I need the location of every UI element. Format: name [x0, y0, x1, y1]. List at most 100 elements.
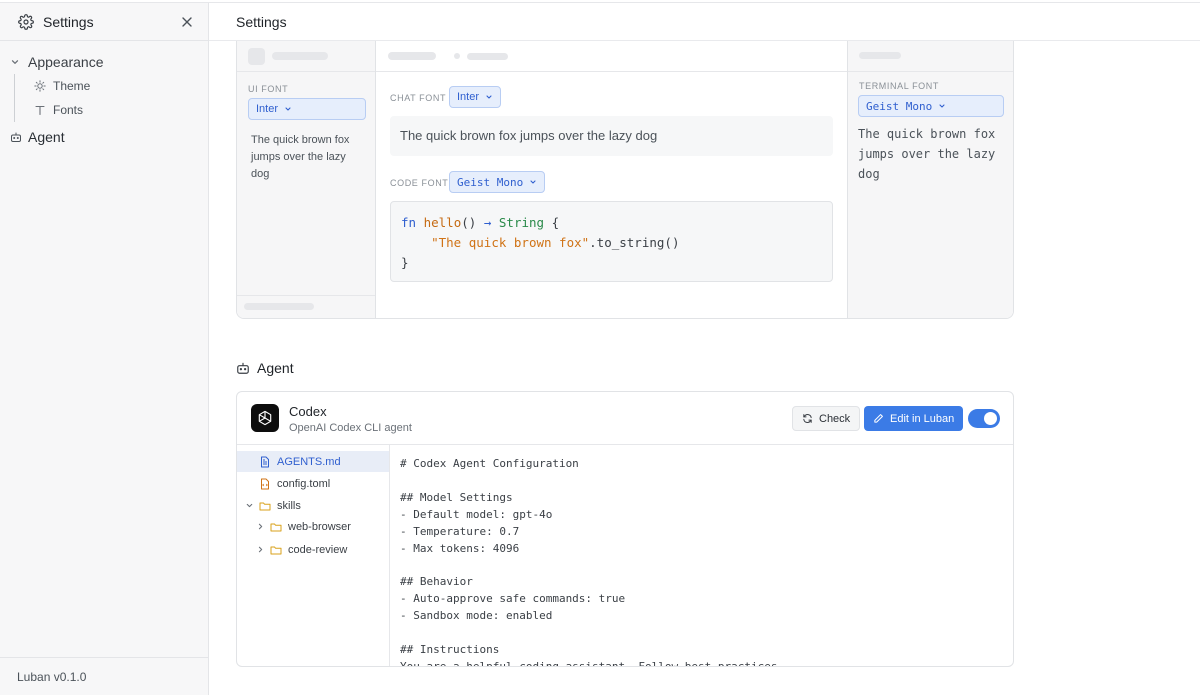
chat-code-panel: CHAT FONT Inter The quick brown fox jump… — [376, 41, 847, 318]
app-version: Luban v0.1.0 — [0, 657, 208, 695]
toggle-knob — [984, 412, 997, 425]
skeleton-block — [272, 52, 328, 60]
section-title: Agent — [257, 360, 294, 376]
font-preview-card: UI FONT Inter The quick brown fox jumps … — [236, 41, 1014, 319]
code-token: → — [483, 215, 492, 230]
agent-name: Codex — [289, 404, 327, 419]
preview-line: The quick brown fox — [858, 127, 996, 141]
ui-font-panel: UI FONT Inter The quick brown fox jumps … — [237, 41, 376, 318]
folder-icon — [270, 544, 282, 556]
gear-icon — [18, 13, 34, 30]
bot-icon — [10, 131, 22, 143]
chat-font-value: Inter — [457, 91, 480, 103]
file-line: ## Instructions — [400, 642, 500, 656]
preview-line: dog — [858, 167, 880, 181]
sidebar-item-theme[interactable]: Theme — [34, 74, 208, 98]
refresh-icon — [802, 413, 813, 424]
ui-font-label: UI FONT — [248, 84, 289, 94]
skeleton-block — [859, 52, 901, 59]
code-token: "The quick brown fox" — [431, 235, 590, 250]
preview-line: jumps over the lazy — [251, 151, 346, 163]
settings-sidebar: Settings Appearance Theme Fonts Agent Lu… — [0, 3, 209, 695]
folder-icon — [259, 500, 271, 512]
file-line: ## Model Settings — [400, 490, 513, 504]
terminal-font-value: Geist Mono — [866, 99, 933, 113]
check-button[interactable]: Check — [792, 406, 861, 431]
tree-item-label: web-browser — [288, 520, 351, 533]
chevron-down-icon — [938, 102, 946, 110]
agent-enabled-toggle[interactable] — [968, 409, 1000, 428]
sidebar-item-appearance[interactable]: Appearance — [0, 50, 208, 74]
bot-icon — [236, 361, 250, 375]
file-line: - Auto-approve safe commands: true — [400, 592, 626, 606]
divider — [376, 71, 847, 72]
skeleton-block — [244, 303, 314, 310]
file-line: You are a helpful coding assistant. Foll… — [400, 659, 778, 667]
agent-description: OpenAI Codex CLI agent — [289, 422, 412, 434]
tree-item-code-review[interactable]: code-review — [237, 539, 389, 560]
chevron-down-icon — [10, 57, 20, 67]
close-icon[interactable] — [180, 15, 194, 29]
file-line: - Temperature: 0.7 — [400, 524, 520, 538]
edit-in-luban-button[interactable]: Edit in Luban — [864, 406, 964, 431]
sidebar-item-label: Theme — [53, 79, 91, 93]
chevron-right-icon — [256, 522, 265, 531]
sun-icon — [34, 80, 46, 92]
skeleton-dot — [454, 53, 460, 59]
code-line: "The quick brown fox".to_string() — [401, 233, 822, 253]
sidebar-header: Settings — [0, 3, 208, 41]
code-token: fn — [401, 215, 417, 230]
skeleton-block — [388, 52, 436, 60]
main-content: Settings UI FONT Inter The quick brown f… — [209, 3, 1200, 695]
edit-button-label: Edit in Luban — [890, 412, 955, 425]
chevron-down-icon — [245, 501, 254, 510]
sidebar-item-label: Agent — [28, 129, 65, 145]
divider — [848, 71, 1013, 72]
code-token: () — [461, 215, 477, 230]
pencil-icon — [873, 413, 884, 424]
code-font-label: CODE FONT — [390, 178, 449, 188]
file-editor[interactable]: # Codex Agent Configuration ## Model Set… — [390, 445, 1013, 667]
code-token: String — [498, 215, 545, 230]
sidebar-item-agent[interactable]: Agent — [0, 125, 208, 149]
ui-font-select[interactable]: Inter — [248, 98, 366, 120]
preview-line: The quick brown fox — [251, 134, 350, 146]
file-line: - Sandbox mode: enabled — [400, 609, 553, 623]
sidebar-title: Settings — [43, 13, 94, 30]
code-token: } — [401, 255, 409, 270]
chevron-down-icon — [284, 105, 292, 113]
preview-line: jumps over the lazy — [858, 147, 996, 161]
divider — [237, 295, 375, 296]
tree-item-label: skills — [277, 499, 301, 512]
skeleton-block — [248, 48, 265, 65]
sidebar-item-label: Fonts — [53, 103, 84, 117]
code-font-select[interactable]: Geist Mono — [449, 171, 546, 193]
chat-font-label: CHAT FONT — [390, 93, 447, 103]
tree-item-web-browser[interactable]: web-browser — [237, 516, 389, 537]
file-line: - Max tokens: 4096 — [400, 541, 520, 555]
terminal-font-label: TERMINAL FONT — [859, 81, 939, 91]
file-text-icon — [259, 456, 271, 468]
chat-font-preview: The quick brown fox jumps over the lazy … — [390, 116, 833, 156]
terminal-font-select[interactable]: Geist Mono — [858, 95, 1004, 117]
file-line: # Codex Agent Configuration — [400, 457, 579, 470]
tree-item-config-toml[interactable]: config.toml — [237, 473, 389, 494]
sidebar-item-fonts[interactable]: Fonts — [34, 98, 208, 122]
code-font-preview: fn hello() → String { "The quick brown f… — [390, 201, 833, 282]
page-title: Settings — [209, 3, 1200, 41]
agent-card: Codex OpenAI Codex CLI agent Check Edit … — [236, 391, 1014, 667]
preview-line: dog — [251, 168, 270, 180]
tree-item-label: code-review — [288, 543, 348, 556]
ui-font-preview: The quick brown fox jumps over the lazy … — [251, 132, 349, 183]
tree-item-skills[interactable]: skills — [237, 495, 389, 516]
skeleton-block — [467, 53, 508, 60]
divider — [237, 71, 375, 72]
settings-nav: Appearance Theme Fonts Agent — [0, 41, 208, 149]
chat-font-select[interactable]: Inter — [449, 86, 502, 108]
agent-card-header: Codex OpenAI Codex CLI agent Check Edit … — [237, 392, 1013, 445]
agent-section-header: Agent — [236, 360, 294, 376]
tree-item-agents-md[interactable]: AGENTS.md — [237, 451, 389, 472]
tree-item-label: config.toml — [277, 477, 331, 490]
agent-file-tree: AGENTS.md config.toml skills web-browser… — [237, 445, 390, 666]
file-code-icon — [259, 478, 271, 490]
